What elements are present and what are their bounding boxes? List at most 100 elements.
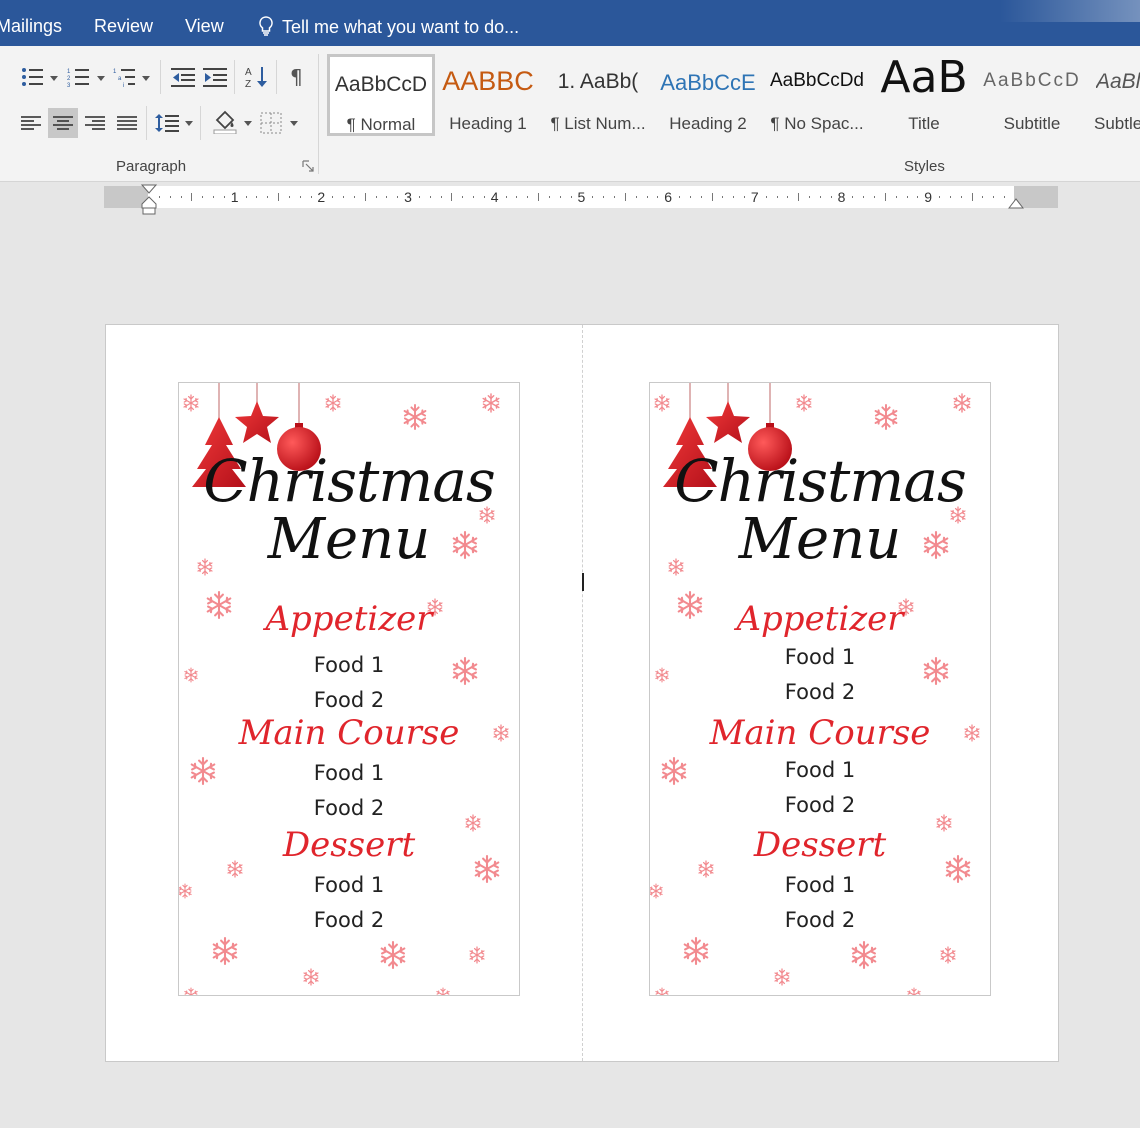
ruler-number: 2 — [317, 189, 326, 205]
chevron-down-icon[interactable] — [185, 121, 193, 127]
svg-text:1: 1 — [67, 69, 71, 75]
ruler-tick — [895, 196, 897, 198]
svg-text:i: i — [123, 83, 124, 87]
chevron-down-icon[interactable] — [142, 76, 150, 82]
ruler-tick — [527, 196, 529, 198]
chevron-down-icon[interactable] — [50, 76, 58, 82]
ruler-tick — [614, 196, 615, 198]
chevron-down-icon[interactable] — [290, 121, 298, 127]
horizontal-ruler[interactable]: 1 2 3 4 5 6 7 8 9 — [104, 184, 1058, 215]
shading-button[interactable] — [210, 106, 240, 136]
ruler-tick — [440, 196, 442, 198]
ruler-tick — [375, 196, 377, 198]
style-no-spacing[interactable]: AaBbCcDd ¶ No Spac... — [762, 54, 872, 136]
section-heading-appetizer: Appetizer — [736, 599, 904, 639]
numbering-button[interactable]: 123 — [64, 62, 94, 92]
style-title[interactable]: AaB Title — [874, 52, 974, 136]
menu-item: Food 1 — [784, 758, 856, 782]
menu-item: Food 2 — [784, 908, 856, 932]
line-spacing-button[interactable] — [152, 108, 182, 138]
menu-title-line1: Christmas — [203, 447, 495, 515]
tab-mailings[interactable]: Mailings — [0, 16, 62, 37]
ruler-tick — [462, 196, 464, 198]
ruler-tick — [711, 193, 713, 201]
ruler-tick — [993, 196, 995, 198]
ruler-tick — [863, 196, 865, 198]
ruler-tick — [299, 196, 301, 198]
sort-button[interactable]: AZ — [242, 62, 272, 92]
ribbon: 123 1ai AZ ¶ Paragraph Styles AaBbCcD ¶ … — [0, 46, 1140, 182]
multilevel-list-button[interactable]: 1ai — [110, 62, 140, 92]
ruler-tick — [809, 196, 811, 198]
divider — [200, 106, 201, 140]
style-heading-1[interactable]: AABBC Heading 1 — [436, 54, 540, 136]
ruler-tick — [418, 196, 420, 198]
menu-title-line2: Menu — [738, 507, 902, 572]
style-normal[interactable]: AaBbCcD ¶ Normal — [327, 54, 435, 136]
ruler-tick — [776, 196, 778, 198]
ruler-tick — [624, 193, 626, 201]
tab-review[interactable]: Review — [94, 16, 153, 37]
menu-card[interactable]: Christmas Menu Appetizer Food 1 Food 2 M… — [178, 382, 520, 996]
align-left-button[interactable] — [16, 108, 46, 138]
justify-button[interactable] — [112, 108, 142, 138]
svg-text:A: A — [245, 67, 252, 78]
document-page[interactable]: Christmas Menu Appetizer Food 1 Food 2 M… — [105, 324, 1059, 1062]
title-bar-fade — [1000, 0, 1140, 22]
indent-marker-icon[interactable] — [141, 184, 157, 216]
increase-indent-button[interactable] — [200, 62, 230, 92]
menu-item: Food 1 — [313, 761, 385, 785]
style-sample: AaB — [880, 52, 968, 103]
ruler-tick — [267, 196, 269, 198]
menu-card[interactable]: Christmas Menu Appetizer Food 1 Food 2 M… — [649, 382, 991, 996]
align-center-button[interactable] — [48, 108, 78, 138]
svg-text:1: 1 — [113, 69, 117, 75]
svg-text:2: 2 — [67, 76, 71, 82]
ruler-tick — [483, 196, 485, 198]
ruler-tick — [689, 196, 691, 198]
chevron-down-icon[interactable] — [97, 76, 105, 82]
ruler-tick — [733, 196, 735, 198]
ruler-tick — [852, 196, 854, 198]
ruler-number: 1 — [230, 189, 239, 205]
ruler-tick — [353, 196, 355, 198]
bullets-button[interactable] — [18, 62, 48, 92]
ruler-tick — [223, 196, 225, 198]
style-heading-2[interactable]: AaBbCcE Heading 2 — [656, 54, 760, 136]
ruler-tick — [451, 193, 453, 201]
ruler-tick — [343, 196, 345, 198]
borders-button[interactable] — [256, 108, 286, 138]
style-subtle[interactable]: AaBl Subtle — [1088, 54, 1140, 136]
divider — [234, 60, 235, 94]
align-right-button[interactable] — [80, 108, 110, 138]
menu-item: Food 2 — [784, 793, 856, 817]
dialog-launcher-icon[interactable] — [302, 160, 314, 172]
ruler-number: 9 — [924, 189, 933, 205]
menu-item: Food 2 — [313, 908, 385, 932]
ribbon-tab-bar: Mailings Review View Tell me what you wa… — [0, 0, 1140, 46]
tell-me-search[interactable]: Tell me what you want to do... — [258, 16, 519, 41]
section-heading-dessert: Dessert — [753, 825, 887, 865]
ruler-tick — [169, 196, 171, 198]
style-list-number[interactable]: 1. AaBb( ¶ List Num... — [544, 54, 652, 136]
ruler-tick — [278, 193, 280, 201]
decrease-indent-button[interactable] — [168, 62, 198, 92]
ruler-number: 7 — [750, 189, 759, 205]
show-hide-marks-button[interactable]: ¶ — [282, 62, 312, 92]
chevron-down-icon[interactable] — [244, 121, 252, 127]
ruler-tick — [364, 193, 366, 201]
tab-view[interactable]: View — [185, 16, 224, 37]
svg-text:¶: ¶ — [290, 66, 303, 88]
style-name: ¶ No Spac... — [770, 114, 864, 133]
ruler-number: 8 — [837, 189, 846, 205]
paragraph-group-label: Paragraph — [116, 158, 187, 175]
ruler-tick — [603, 196, 605, 198]
ruler-tick — [592, 196, 594, 198]
ruler-tick — [765, 196, 767, 198]
ruler-tick — [700, 196, 702, 198]
style-name: Subtitle — [1003, 114, 1061, 133]
menu-item: Food 2 — [313, 796, 385, 820]
right-indent-marker-icon[interactable] — [1008, 194, 1024, 210]
style-subtitle[interactable]: AaBbCcD Subtitle — [980, 54, 1084, 136]
ruler-tick — [1004, 196, 1006, 198]
